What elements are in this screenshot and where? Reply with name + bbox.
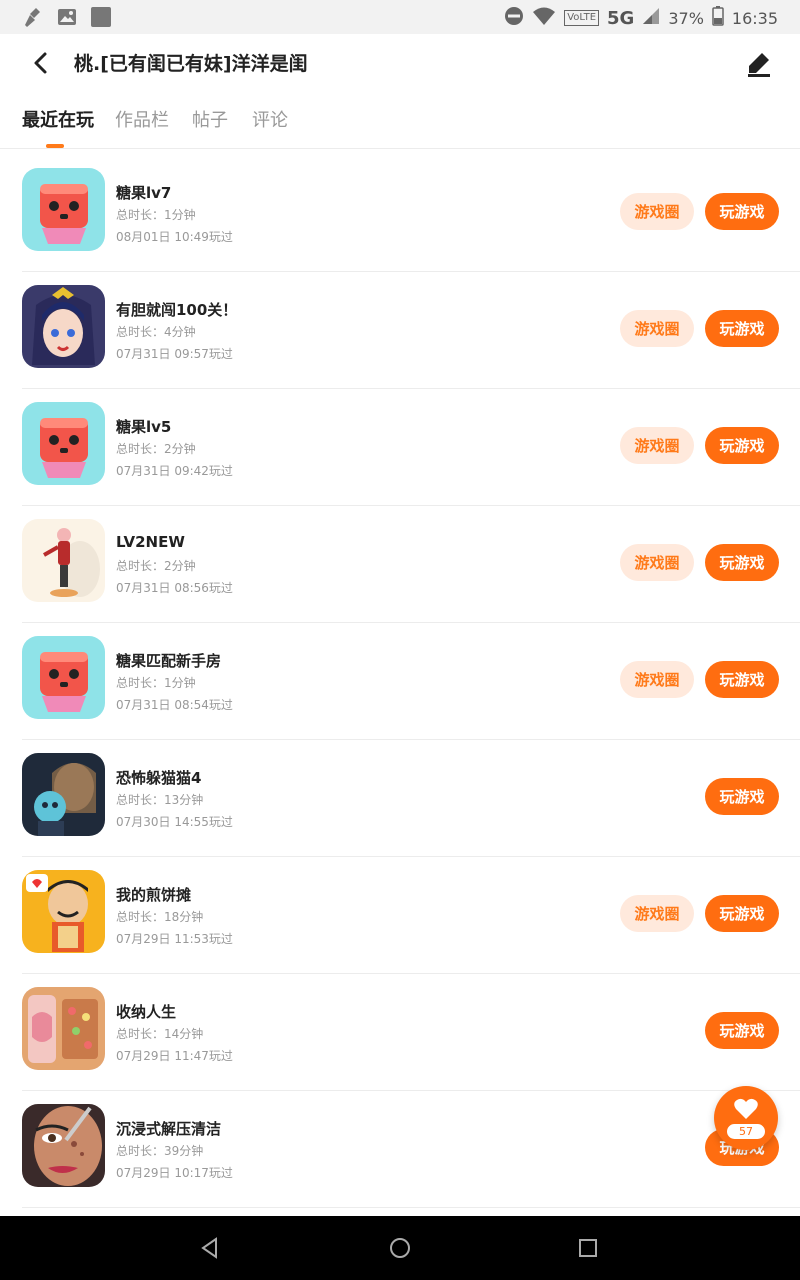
list-item[interactable]: LV2NEW 总时长：2分钟 07月31日 08:56玩过 游戏圈 玩游戏 (22, 506, 800, 623)
game-duration: 总时长：39分钟 (116, 1144, 204, 1158)
game-circle-button[interactable]: 游戏圈 (620, 310, 694, 347)
game-last-played: 07月29日 11:53玩过 (116, 932, 233, 946)
play-game-button[interactable]: 玩游戏 (705, 661, 779, 698)
game-duration: 总时长：4分钟 (116, 325, 196, 339)
signal-icon (642, 7, 660, 29)
list-item[interactable]: 恐怖躲猫猫4 总时长：13分钟 07月30日 14:55玩过 玩游戏 (22, 740, 800, 857)
back-arrow-icon (34, 52, 47, 74)
game-circle-button[interactable]: 游戏圈 (620, 544, 694, 581)
game-duration: 总时长：2分钟 (116, 559, 196, 573)
game-duration: 总时长：1分钟 (116, 208, 196, 222)
game-last-played: 08月01日 10:49玩过 (116, 230, 233, 244)
nav-back-button[interactable] (198, 1236, 222, 1260)
game-duration: 总时长：1分钟 (116, 676, 196, 690)
battery-percent: 37% (668, 8, 704, 28)
favorite-count: 57 (727, 1124, 765, 1139)
list-item[interactable]: 有胆就闯100关！ 总时长：4分钟 07月31日 09:57玩过 游戏圈 玩游戏 (22, 272, 800, 389)
page-title: 桃.[已有闺已有妹]洋洋是闺 (74, 53, 308, 75)
game-name: 沉浸式解压清洁 (116, 1120, 222, 1138)
game-name: 我的煎饼摊 (116, 886, 192, 904)
square-recents-icon (579, 1239, 597, 1257)
game-duration: 总时长：13分钟 (116, 793, 204, 807)
edit-button[interactable] (744, 48, 774, 78)
volte-label: VoLTE (564, 10, 600, 26)
image-icon (56, 6, 78, 28)
back-button[interactable] (26, 48, 56, 78)
nav-home-button[interactable] (388, 1236, 412, 1260)
list-item[interactable]: 沉浸式解压清洁 总时长：39分钟 07月29日 10:17玩过 玩游戏 (22, 1091, 800, 1208)
tab-comments[interactable]: 评论 (252, 106, 288, 132)
game-circle-button[interactable]: 游戏圈 (620, 193, 694, 230)
list-item[interactable]: 我的煎饼摊 总时长：18分钟 07月29日 11:53玩过 游戏圈 玩游戏 (22, 857, 800, 974)
status-left (22, 6, 112, 28)
candy-game-icon (22, 636, 105, 719)
navigation-bar (0, 1216, 800, 1280)
game-circle-button[interactable]: 游戏圈 (620, 661, 694, 698)
clock: 16:35 (731, 8, 778, 28)
heart-icon (734, 1098, 758, 1119)
game-last-played: 07月31日 09:57玩过 (116, 347, 233, 361)
game-name: LV2NEW (116, 533, 185, 551)
game-duration: 总时长：18分钟 (116, 910, 204, 924)
candy-game-icon (22, 168, 105, 251)
app-square-icon (90, 6, 112, 28)
play-game-button[interactable]: 玩游戏 (705, 895, 779, 932)
list-item[interactable]: 糖果lv5 总时长：2分钟 07月31日 09:42玩过 游戏圈 玩游戏 (22, 389, 800, 506)
dnd-icon (504, 6, 524, 30)
network-label: 5G (607, 7, 635, 29)
status-right: VoLTE 5G 37% 16:35 (504, 6, 778, 30)
broom-icon (22, 6, 44, 28)
candy-game-icon (22, 402, 105, 485)
list-item[interactable]: 糖果lv7 总时长：1分钟 08月01日 10:49玩过 游戏圈 玩游戏 (22, 155, 800, 272)
triangle-back-icon (201, 1237, 217, 1259)
game-last-played: 07月29日 10:17玩过 (116, 1166, 233, 1180)
game-last-played: 07月31日 08:56玩过 (116, 581, 233, 595)
game-circle-button[interactable]: 游戏圈 (620, 895, 694, 932)
play-game-button[interactable]: 玩游戏 (705, 427, 779, 464)
horror-doll-game-icon (22, 753, 105, 836)
wifi-icon (532, 6, 556, 30)
tab-indicator (46, 144, 64, 148)
tab-recent[interactable]: 最近在玩 (22, 106, 94, 132)
game-duration: 总时长：14分钟 (116, 1027, 204, 1041)
tab-works[interactable]: 作品栏 (115, 106, 169, 132)
circle-home-icon (390, 1238, 410, 1258)
tab-bar: 最近在玩 作品栏 帖子 评论 (0, 92, 800, 149)
pencil-icon (748, 53, 770, 77)
favorite-fab[interactable]: 57 (714, 1086, 778, 1150)
battery-icon (712, 6, 724, 30)
game-last-played: 07月30日 14:55玩过 (116, 815, 233, 829)
game-circle-button[interactable]: 游戏圈 (620, 427, 694, 464)
game-last-played: 07月29日 11:47玩过 (116, 1049, 233, 1063)
storage-life-game-icon (22, 987, 105, 1070)
list-item[interactable]: 糖果匹配新手房 总时长：1分钟 07月31日 08:54玩过 游戏圈 玩游戏 (22, 623, 800, 740)
game-name: 糖果lv7 (116, 184, 172, 202)
game-name: 有胆就闯100关！ (116, 301, 238, 319)
game-name: 收纳人生 (116, 1003, 177, 1021)
face-cleaning-game-icon (22, 1104, 105, 1187)
game-duration: 总时长：2分钟 (116, 442, 196, 456)
game-last-played: 07月31日 08:54玩过 (116, 698, 233, 712)
play-game-button[interactable]: 玩游戏 (705, 310, 779, 347)
header: 桃.[已有闺已有妹]洋洋是闺 (0, 34, 800, 92)
nav-recents-button[interactable] (576, 1236, 600, 1260)
tab-posts[interactable]: 帖子 (192, 106, 228, 132)
status-bar: VoLTE 5G 37% 16:35 (0, 0, 800, 34)
pancake-vendor-game-icon (22, 870, 105, 953)
play-game-button[interactable]: 玩游戏 (705, 778, 779, 815)
play-game-button[interactable]: 玩游戏 (705, 544, 779, 581)
list-item[interactable]: 收纳人生 总时长：14分钟 07月29日 11:47玩过 玩游戏 (22, 974, 800, 1091)
play-game-button[interactable]: 玩游戏 (705, 1012, 779, 1049)
play-game-button[interactable]: 玩游戏 (705, 193, 779, 230)
game-name: 糖果匹配新手房 (116, 652, 222, 670)
anime-girl-game-icon (22, 285, 105, 368)
game-name: 糖果lv5 (116, 418, 172, 436)
game-last-played: 07月31日 09:42玩过 (116, 464, 233, 478)
character-figure-game-icon (22, 519, 105, 602)
game-name: 恐怖躲猫猫4 (116, 769, 202, 787)
